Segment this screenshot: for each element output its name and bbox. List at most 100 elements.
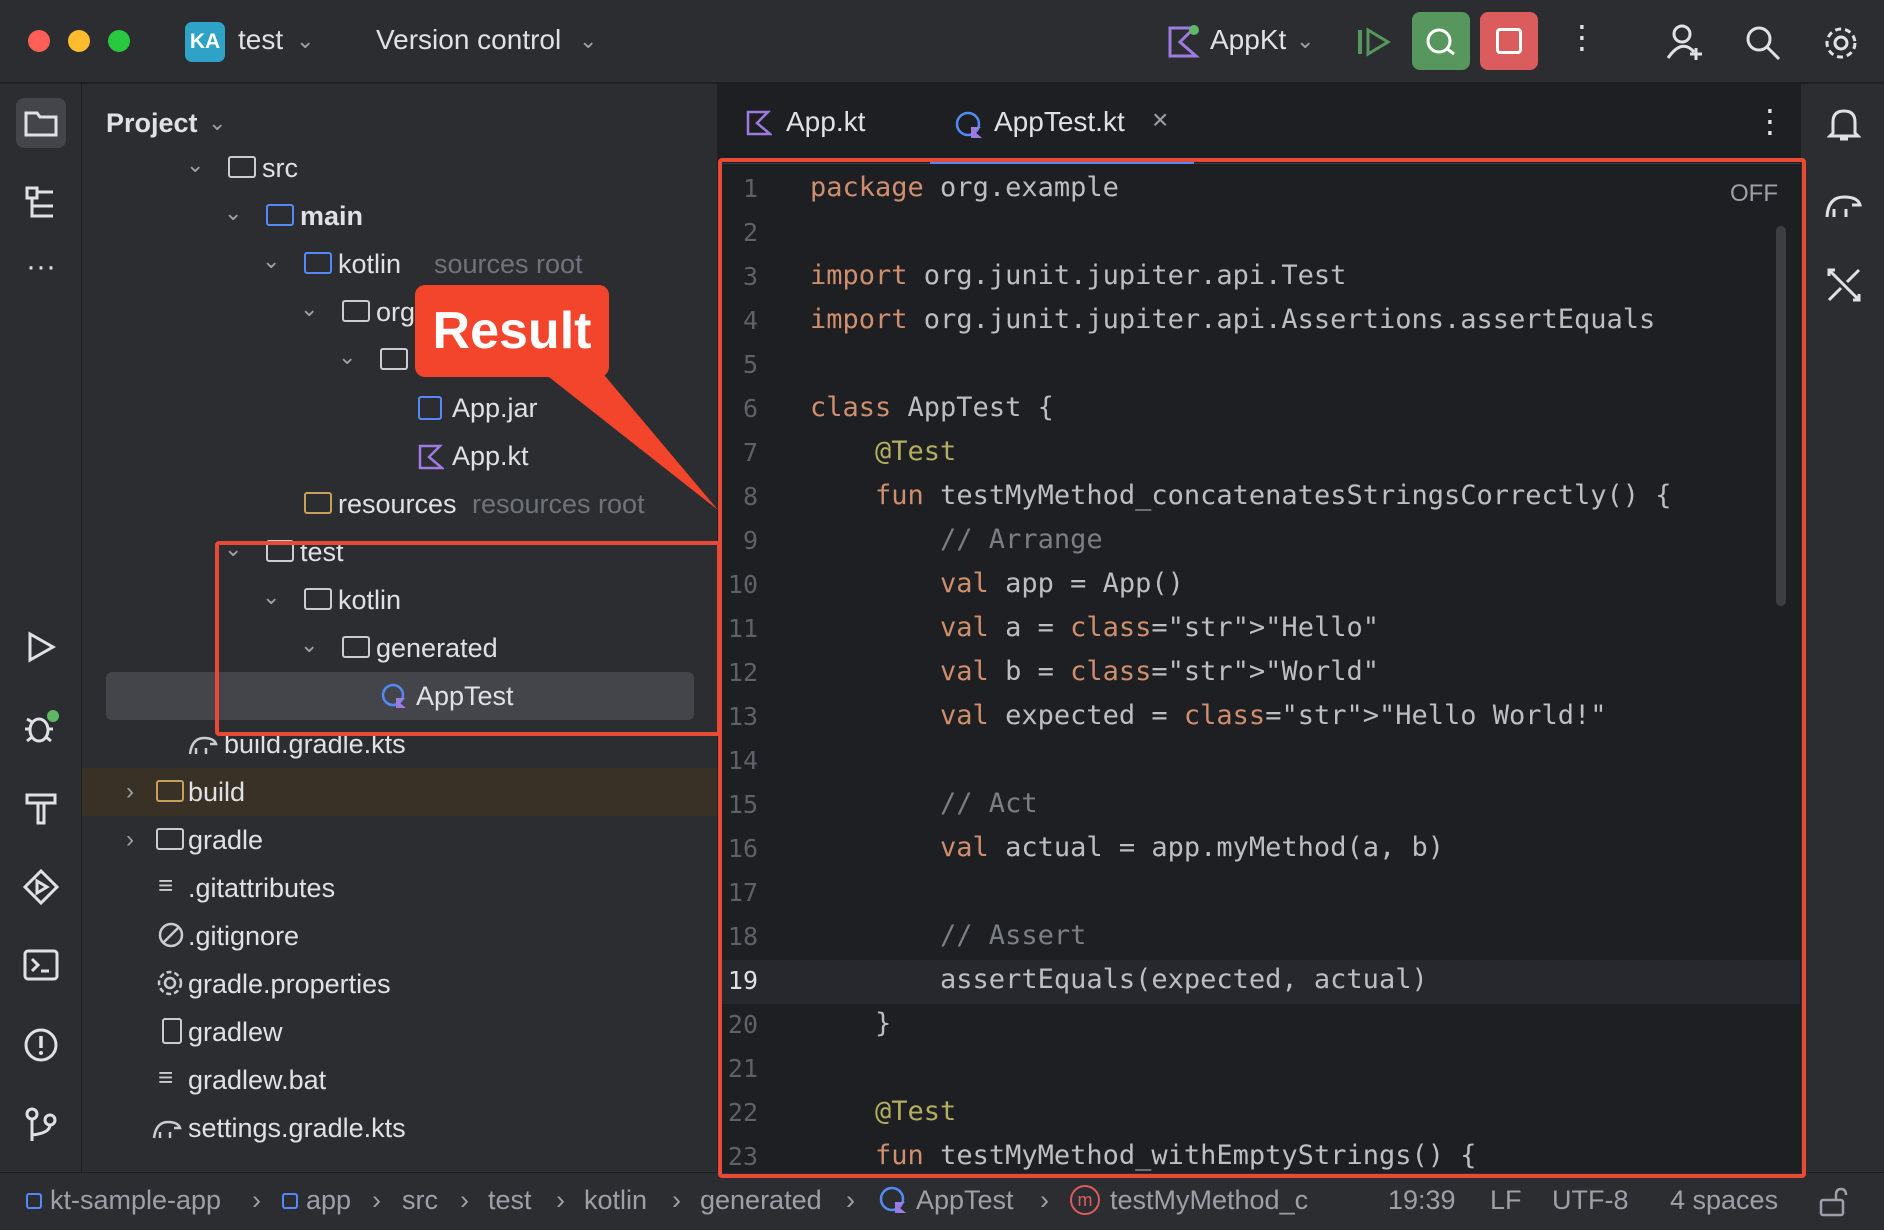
chevron-right-icon[interactable]: ›	[126, 778, 134, 806]
chevron-right-icon[interactable]: ›	[126, 826, 134, 854]
breadcrumb-generated[interactable]: generated	[700, 1185, 822, 1216]
source-folder-icon	[304, 252, 332, 274]
breadcrumb-app[interactable]: app	[306, 1185, 351, 1216]
result-callout: Result	[415, 285, 609, 377]
code-line: // Arrange	[810, 524, 1103, 555]
line-separator[interactable]: LF	[1490, 1185, 1522, 1216]
tree-item-gradlew[interactable]: gradlew	[82, 1008, 717, 1056]
minimize-window-button[interactable]	[68, 30, 90, 52]
tree-item-org[interactable]: ⌄ org	[82, 288, 717, 336]
code-line: val a = class="str">"Hello"	[940, 612, 1379, 643]
assistant-icon	[1827, 268, 1861, 302]
chevron-down-icon[interactable]: ⌄	[224, 200, 242, 226]
code-text: package org.example import org.junit.jupi…	[718, 164, 1800, 1172]
test-class-icon	[954, 110, 984, 140]
breadcrumb-apptest[interactable]: AppTest	[916, 1185, 1014, 1216]
chevron-down-icon[interactable]: ⌄	[186, 152, 204, 178]
version-control-menu[interactable]: Version control	[376, 24, 561, 56]
services-icon	[23, 869, 59, 905]
breadcrumb-kotlin[interactable]: kotlin	[584, 1185, 647, 1216]
close-tab-icon[interactable]: ×	[1152, 104, 1168, 136]
structure-tool-button[interactable]	[16, 178, 66, 228]
kotlin-file-icon	[1166, 24, 1200, 60]
stop-button[interactable]	[1480, 12, 1538, 70]
breadcrumb-src[interactable]: src	[402, 1185, 438, 1216]
debug-tool-button[interactable]	[16, 702, 66, 752]
chevron-down-icon[interactable]: ⌄	[300, 632, 318, 658]
notifications-tool-button[interactable]	[1819, 100, 1869, 150]
breadcrumb-separator-icon: ›	[1040, 1185, 1049, 1215]
code-line: val b = class="str">"World"	[940, 656, 1379, 687]
tree-item-gradlew-bat[interactable]: ≡ gradlew.bat	[82, 1056, 717, 1104]
chevron-down-icon[interactable]: ⌄	[300, 296, 318, 322]
chevron-down-icon[interactable]: ⌄	[262, 584, 280, 610]
more-tools-icon[interactable]: ···	[16, 242, 66, 292]
bug-icon	[25, 710, 59, 743]
code-line: @Test	[810, 1096, 957, 1127]
breadcrumb-test[interactable]: test	[488, 1185, 532, 1216]
code-line: @Test	[810, 436, 957, 467]
tree-item-gradle[interactable]: › gradle	[82, 816, 717, 864]
terminal-tool-button[interactable]	[16, 940, 66, 990]
project-panel: Project ⌄ ⌄ src ⌄ main ⌄ kotlin sources …	[82, 84, 718, 1172]
chevron-down-icon[interactable]: ⌄	[338, 344, 356, 370]
chevron-down-icon: ⌄	[1296, 28, 1315, 53]
problems-tool-button[interactable]	[16, 1020, 66, 1070]
debug-rerun-button[interactable]	[1412, 12, 1470, 70]
chevron-down-icon: ⌄	[579, 28, 598, 53]
indent-setting[interactable]: 4 spaces	[1670, 1185, 1778, 1216]
breadcrumb-separator-icon: ›	[672, 1185, 681, 1215]
tree-item-gradle-properties[interactable]: gradle.properties	[82, 960, 717, 1008]
search-icon[interactable]	[1744, 24, 1782, 62]
build-tool-button[interactable]	[16, 782, 66, 832]
more-tabs-icon[interactable]: ⋮	[1754, 102, 1786, 140]
title-bar: KA test ⌄ Version control ⌄ AppKt ⌄ ⋮	[0, 0, 1884, 83]
breadcrumb-method[interactable]: testMyMethod_c	[1110, 1185, 1308, 1216]
chevron-down-icon[interactable]: ⌄	[262, 248, 280, 274]
close-window-button[interactable]	[28, 30, 50, 52]
warning-icon	[24, 1028, 58, 1062]
tree-item-generated[interactable]: ⌄ generated	[82, 624, 717, 672]
chevron-down-icon[interactable]: ⌄	[208, 110, 226, 136]
unlock-icon[interactable]	[1818, 1187, 1848, 1217]
tree-item-test[interactable]: ⌄ test	[82, 528, 717, 576]
code-line: import org.junit.jupiter.api.Assertions.…	[810, 304, 1656, 335]
ai-assistant-tool-button[interactable]	[1819, 260, 1869, 310]
tree-item-build[interactable]: › build	[82, 768, 717, 816]
tree-item-kotlin-test[interactable]: ⌄ kotlin	[82, 576, 717, 624]
project-tool-button[interactable]	[16, 98, 66, 148]
run-tool-button[interactable]	[16, 622, 66, 672]
tree-item-settings-gradle-kts[interactable]: settings.gradle.kts	[82, 1104, 717, 1152]
tree-item-gitattributes[interactable]: ≡ .gitattributes	[82, 864, 717, 912]
gear-icon[interactable]	[1822, 24, 1860, 62]
git-tool-button[interactable]	[16, 1100, 66, 1150]
folder-icon	[342, 636, 370, 658]
code-line: // Assert	[810, 920, 1087, 951]
more-actions-icon[interactable]: ⋮	[1566, 18, 1598, 56]
chevron-down-icon[interactable]: ⌄	[296, 28, 314, 54]
breadcrumb-project[interactable]: kt-sample-app	[50, 1185, 221, 1216]
tree-item-gitignore[interactable]: .gitignore	[82, 912, 717, 960]
run-configuration-selector[interactable]: AppKt	[1210, 24, 1286, 56]
tree-item-apptest[interactable]: AppTest	[106, 672, 694, 720]
file-encoding[interactable]: UTF-8	[1552, 1185, 1629, 1216]
tree-item-main[interactable]: ⌄ main	[82, 192, 717, 240]
tree-item-build-gradle-kts[interactable]: build.gradle.kts	[82, 720, 717, 768]
tree-item-src[interactable]: ⌄ src	[82, 144, 717, 192]
code-editor[interactable]: OFF 1 2 3 4 5 6 7 8 9 10 11 12 13 14 15 16 17 18 19 20 21 22 2…	[718, 164, 1800, 1172]
add-user-icon[interactable]	[1666, 22, 1704, 62]
rerun-icon[interactable]	[1356, 26, 1392, 58]
status-bar: kt-sample-app › app › src › test › kotli…	[0, 1172, 1884, 1230]
project-switcher[interactable]: test	[238, 24, 283, 56]
chevron-down-icon[interactable]: ⌄	[224, 536, 242, 562]
method-icon: m	[1070, 1185, 1100, 1215]
package-icon	[342, 300, 370, 322]
gradle-tool-button[interactable]	[1819, 180, 1869, 230]
editor-tabs: App.kt AppTest.kt × ⋮	[718, 84, 1800, 164]
tree-item-kotlin-main[interactable]: ⌄ kotlin sources root	[82, 240, 717, 288]
caret-position[interactable]: 19:39	[1388, 1185, 1456, 1216]
project-panel-title[interactable]: Project	[106, 108, 198, 139]
zoom-window-button[interactable]	[108, 30, 130, 52]
services-tool-button[interactable]	[16, 862, 66, 912]
gear-icon	[156, 969, 184, 997]
